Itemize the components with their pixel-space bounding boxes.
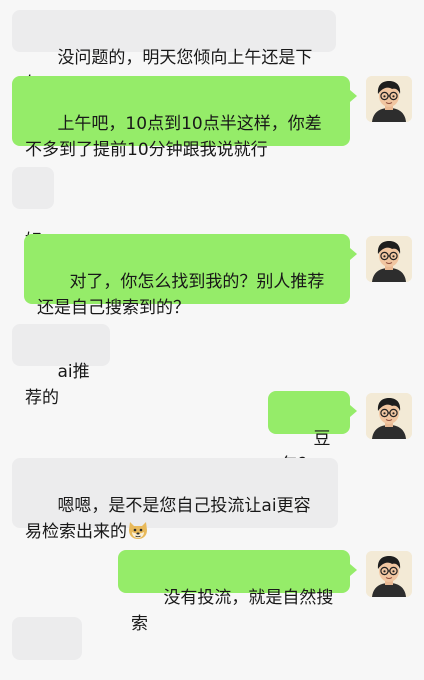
user-avatar[interactable]: [366, 76, 412, 122]
user-avatar-icon: [366, 76, 412, 122]
outgoing-message-bubble[interactable]: 上午吧，10点到10点半这样，你差不多到了提前10分钟跟我说就行: [12, 76, 357, 160]
incoming-message-bubble[interactable]: 好: [12, 167, 54, 251]
message-text: 嗯嗯，是不是您自己投流让ai更容易检索出来的: [25, 496, 311, 542]
chat-conversation: 没问题的，明天您倾向上午还是下午 上午吧，10点到10点半这样，你差不多到了提前…: [0, 0, 424, 680]
incoming-message-bubble[interactable]: 没问题的，明天您倾向上午还是下午: [12, 10, 336, 94]
incoming-message-bubble[interactable]: [12, 617, 82, 660]
message-text: 没有投流，就是自然搜索: [131, 588, 334, 634]
message-text: ai推荐的: [25, 362, 90, 408]
message-text: 上午吧，10点到10点半这样，你差不多到了提前10分钟跟我说就行: [25, 114, 322, 160]
user-avatar[interactable]: [366, 393, 412, 439]
outgoing-message-bubble[interactable]: 没有投流，就是自然搜索: [118, 550, 357, 634]
doge-emoji-icon: [127, 520, 149, 548]
outgoing-message-bubble[interactable]: 豆包？: [268, 391, 357, 475]
message-text: 对了，你怎么找到我的？别人推荐还是自己搜索到的？: [37, 272, 325, 318]
user-avatar-icon: [366, 551, 412, 597]
incoming-message-bubble[interactable]: 嗯嗯，是不是您自己投流让ai更容易检索出来的: [12, 458, 338, 542]
user-avatar[interactable]: [366, 551, 412, 597]
outgoing-message-bubble[interactable]: 对了，你怎么找到我的？别人推荐还是自己搜索到的？: [24, 234, 357, 318]
user-avatar-icon: [366, 236, 412, 282]
incoming-message-bubble[interactable]: ai推荐的: [12, 324, 110, 408]
user-avatar[interactable]: [366, 236, 412, 282]
user-avatar-icon: [366, 393, 412, 439]
